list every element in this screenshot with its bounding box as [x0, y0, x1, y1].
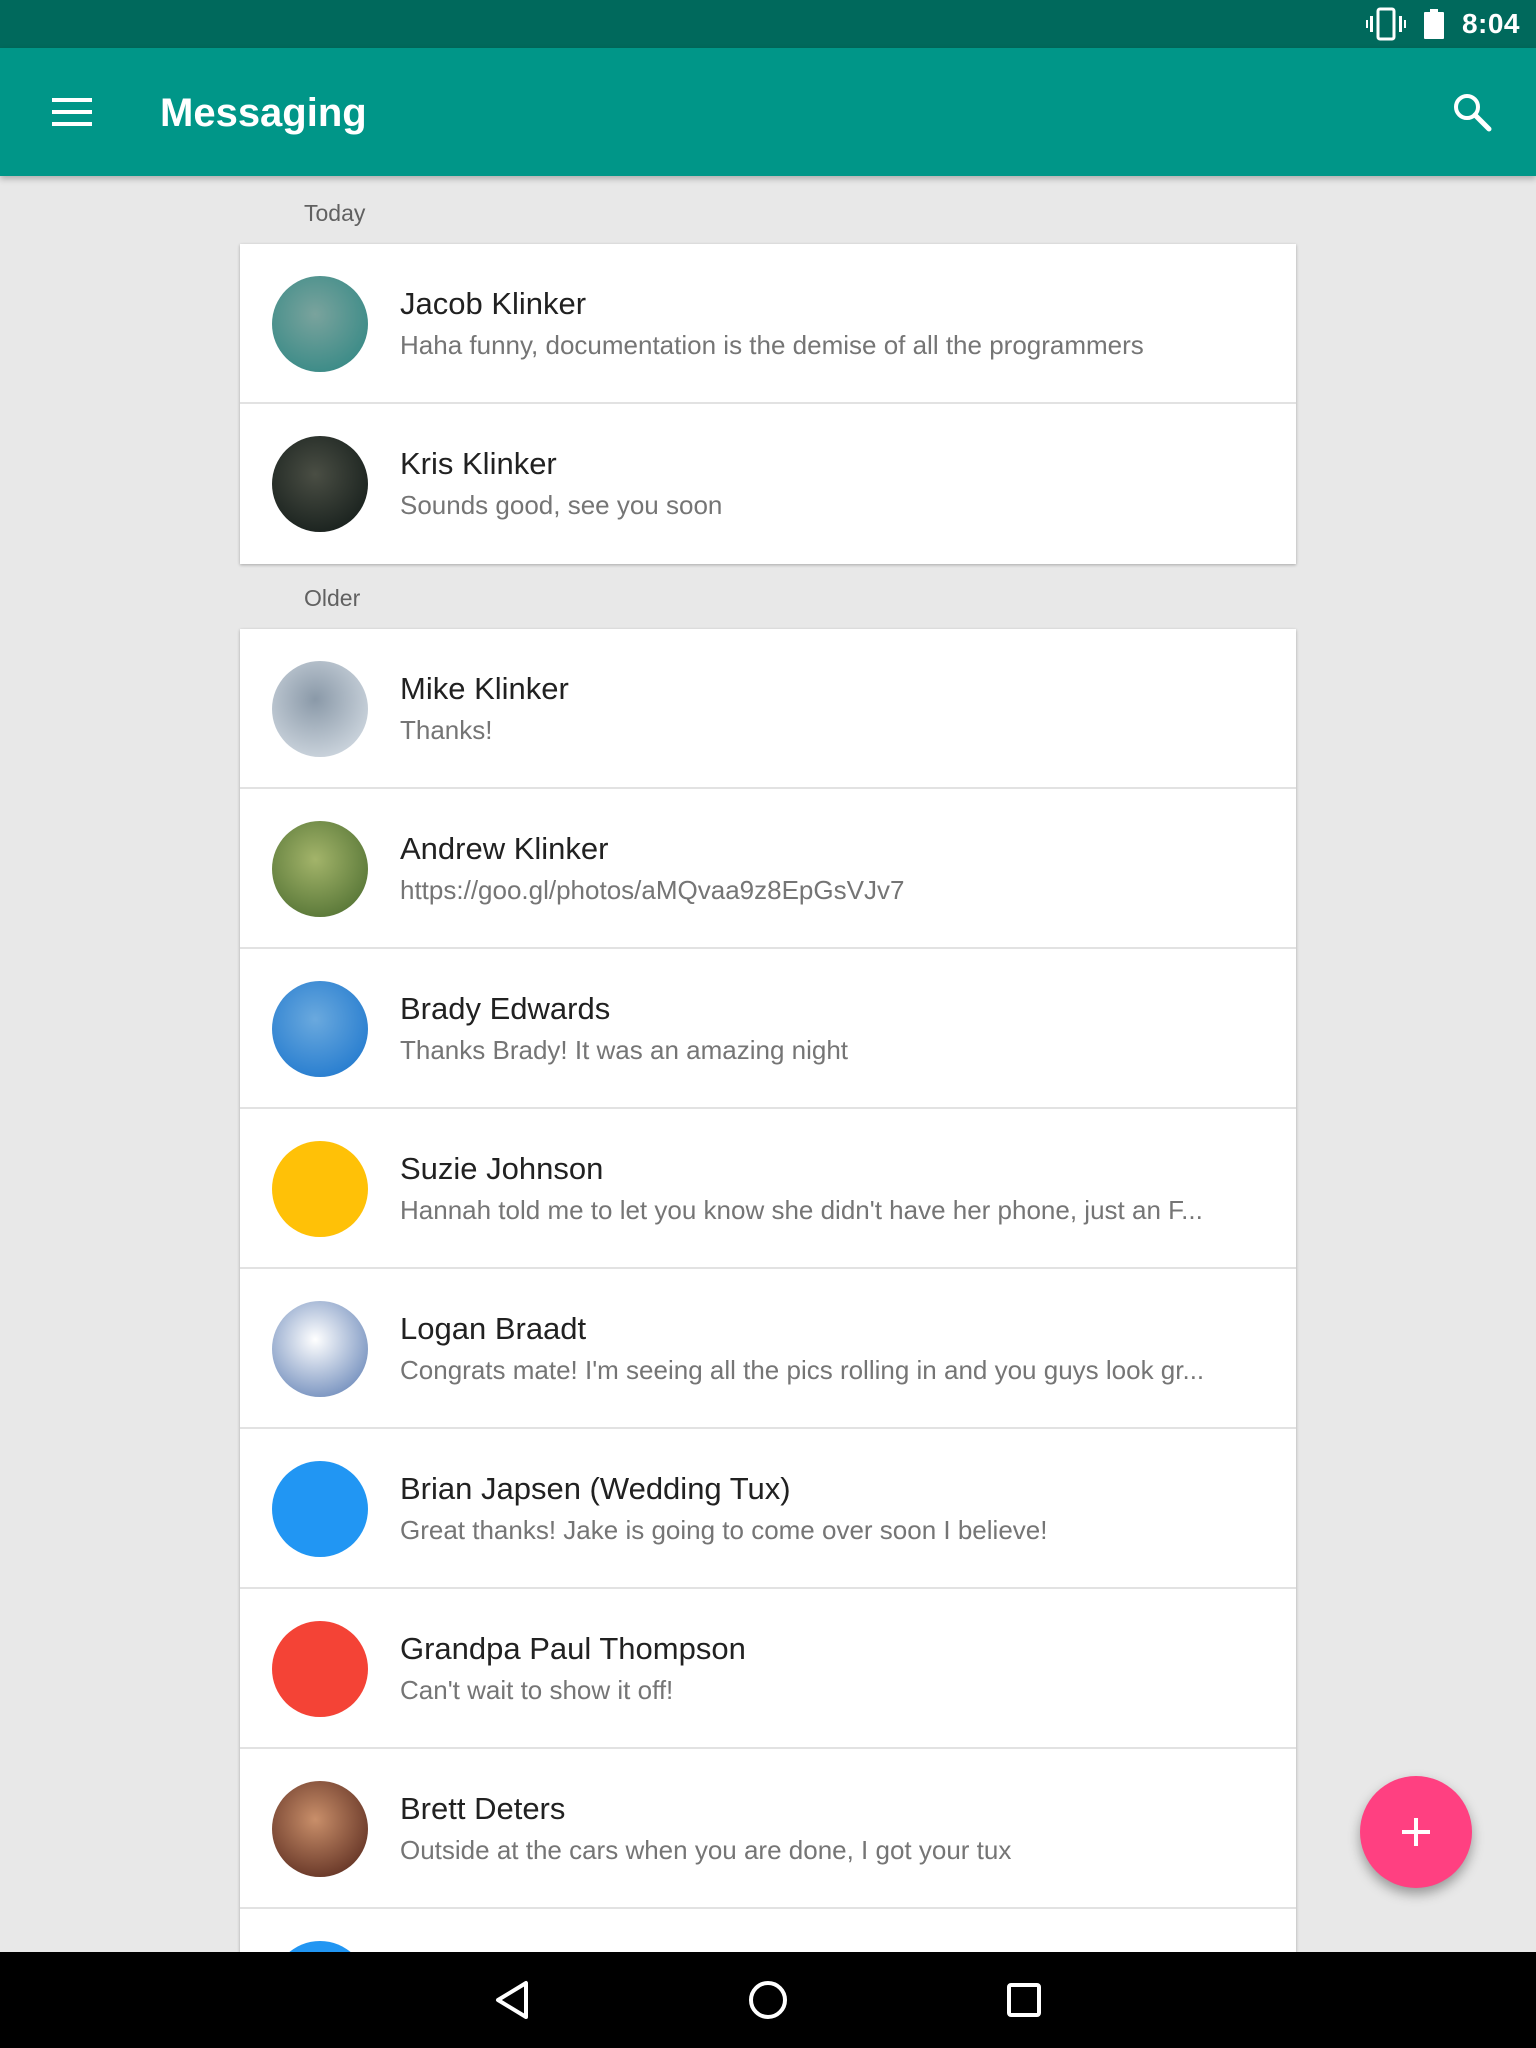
new-conversation-button[interactable] — [1360, 1776, 1472, 1888]
conversation-row[interactable]: Jacob Klinker Haha funny, documentation i… — [240, 244, 1296, 404]
conversation-row[interactable]: Brady Edwards Thanks Brady! It was an ama… — [240, 949, 1296, 1109]
menu-icon — [52, 98, 92, 126]
message-snippet: Thanks! — [400, 715, 493, 745]
search-icon — [1454, 94, 1492, 132]
conversation-card-older: Mike Klinker Thanks! Andrew Klinker https:/… — [240, 629, 1296, 1952]
message-snippet: Thanks Brady! It was an amazing night — [400, 1035, 849, 1065]
vibrate-icon — [1365, 7, 1406, 41]
conversation-row[interactable]: Logan Braadt Congrats mate! I'm seeing al… — [240, 1269, 1296, 1429]
contact-name: Grandpa Paul Thompson — [400, 1631, 746, 1666]
menu-button[interactable] — [40, 84, 104, 140]
conversation-row[interactable]: Suzie Johnson Hannah told me to let you k… — [240, 1109, 1296, 1269]
conversation-row[interactable]: Grandpa Paul Thompson Can't wait to show … — [240, 1589, 1296, 1749]
conversation-row[interactable] — [240, 1909, 1296, 1952]
conversation-row[interactable]: Mike Klinker Thanks! — [240, 629, 1296, 789]
app-bar: Messaging — [0, 48, 1536, 176]
search-button[interactable] — [1440, 84, 1504, 140]
contact-photo-avatar — [272, 981, 368, 1077]
contact-name: Suzie Johnson — [400, 1151, 604, 1186]
message-snippet: Sounds good, see you soon — [400, 490, 723, 520]
contact-avatar — [272, 1141, 368, 1237]
contact-name: Jacob Klinker — [400, 286, 587, 321]
navigation-bar — [0, 1952, 1536, 2048]
message-snippet: Can't wait to show it off! — [400, 1675, 674, 1705]
contact-photo-avatar — [272, 661, 368, 757]
contact-avatar — [272, 1461, 368, 1557]
status-time: 8:04 — [1461, 8, 1520, 39]
contact-avatar — [272, 1621, 368, 1717]
contact-name: Brady Edwards — [400, 991, 611, 1026]
contact-photo-avatar — [272, 436, 368, 532]
recents-square-icon — [1007, 1983, 1041, 2017]
message-snippet: Outside at the cars when you are done, I… — [400, 1835, 1012, 1865]
contact-avatar — [272, 1941, 368, 1952]
contact-photo-avatar — [272, 1781, 368, 1877]
contact-name: Kris Klinker — [400, 446, 557, 481]
section-header-today: Today — [304, 200, 366, 226]
battery-icon — [1423, 9, 1444, 39]
page-title: Messaging — [160, 91, 367, 135]
conversation-list[interactable]: Today Jacob Klinker Haha funny, documenta… — [0, 176, 1536, 1952]
contact-name: Logan Braadt — [400, 1311, 587, 1346]
nav-home-button[interactable] — [728, 1968, 808, 2032]
section-header-older: Older — [304, 585, 361, 611]
contact-name: Brett Deters — [400, 1791, 566, 1826]
contact-photo-avatar — [272, 276, 368, 372]
nav-back-button[interactable] — [472, 1968, 552, 2032]
conversation-card-today: Jacob Klinker Haha funny, documentation i… — [240, 244, 1296, 564]
contact-photo-avatar — [272, 821, 368, 917]
contact-name: Mike Klinker — [400, 671, 569, 706]
contact-name: Andrew Klinker — [400, 831, 609, 866]
nav-recents-button[interactable] — [984, 1968, 1064, 2032]
contact-photo-avatar — [272, 1301, 368, 1397]
contact-name: Brian Japsen (Wedding Tux) — [400, 1471, 791, 1506]
home-circle-icon — [749, 1981, 787, 2019]
message-snippet: Haha funny, documentation is the demise … — [400, 330, 1144, 360]
conversation-row[interactable]: Brian Japsen (Wedding Tux) Great thanks! … — [240, 1429, 1296, 1589]
back-triangle-icon — [496, 1981, 528, 2019]
message-snippet: Hannah told me to let you know she didn'… — [400, 1195, 1203, 1225]
message-snippet: https://goo.gl/photos/aMQvaa9z8EpGsVJv7 — [400, 875, 905, 905]
plus-icon — [1402, 1818, 1430, 1846]
message-snippet: Great thanks! Jake is going to come over… — [400, 1515, 1048, 1545]
status-bar: 8:04 — [0, 0, 1536, 48]
conversation-row[interactable]: Andrew Klinker https://goo.gl/photos/aMQv… — [240, 789, 1296, 949]
conversation-row[interactable]: Kris Klinker Sounds good, see you soon — [240, 404, 1296, 564]
conversation-row[interactable]: Brett Deters Outside at the cars when you… — [240, 1749, 1296, 1909]
message-snippet: Congrats mate! I'm seeing all the pics r… — [400, 1355, 1205, 1385]
